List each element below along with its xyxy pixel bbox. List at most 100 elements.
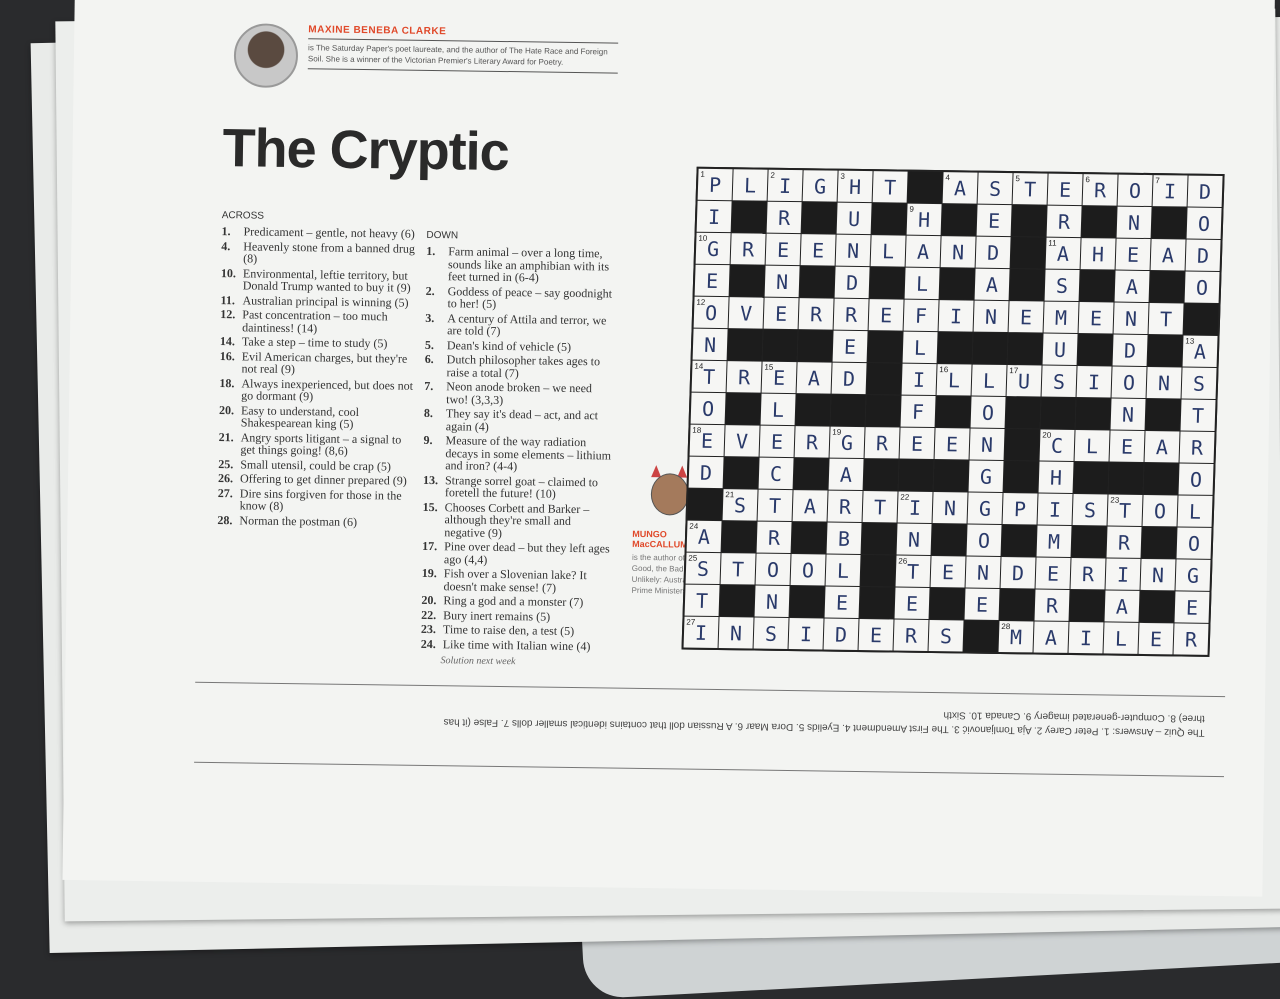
grid-cell[interactable]: V (724, 425, 760, 457)
grid-cell[interactable]: V (728, 297, 764, 329)
grid-cell[interactable]: T (1180, 399, 1216, 431)
grid-cell[interactable]: S (1041, 365, 1077, 398)
grid-cell[interactable]: E (1078, 302, 1114, 334)
grid-cell[interactable]: E (930, 556, 966, 588)
grid-cell[interactable]: N (1116, 206, 1152, 239)
grid-cell[interactable]: N (973, 300, 1009, 333)
grid-cell[interactable]: A (1104, 590, 1140, 622)
grid-cell[interactable]: D (834, 266, 870, 299)
grid-cell[interactable]: F (903, 299, 939, 332)
grid-cell[interactable]: O (1178, 463, 1214, 495)
grid-cell[interactable]: E (894, 587, 930, 619)
grid-cell[interactable]: E (1115, 238, 1151, 271)
grid-cell[interactable]: D (1112, 334, 1148, 366)
grid-cell[interactable]: A (1144, 430, 1180, 463)
grid-cell[interactable]: R (756, 521, 792, 554)
grid-cell[interactable]: 2I (767, 169, 803, 202)
grid-cell[interactable]: N (940, 236, 976, 268)
grid-cell[interactable]: 17 U (1006, 365, 1042, 397)
grid-cell[interactable]: E (765, 233, 801, 266)
grid-cell[interactable]: A (1150, 239, 1186, 271)
grid-cell[interactable]: T (1148, 303, 1184, 335)
grid-cell[interactable]: R (1173, 623, 1209, 655)
grid-cell[interactable]: R (1034, 589, 1070, 621)
grid-cell[interactable]: M (1043, 301, 1079, 334)
grid-cell[interactable]: E (899, 427, 935, 460)
grid-cell[interactable]: A (974, 268, 1010, 301)
grid-cell[interactable]: D (823, 618, 859, 650)
grid-cell[interactable]: 3H (837, 170, 873, 203)
grid-cell[interactable]: L (825, 554, 861, 587)
grid-cell[interactable]: I (696, 200, 732, 233)
grid-cell[interactable]: 23 T (1107, 494, 1143, 526)
grid-cell[interactable]: R (1070, 557, 1106, 590)
grid-cell[interactable]: T (757, 489, 793, 522)
grid-cell[interactable]: R (827, 490, 863, 523)
grid-cell[interactable]: L (760, 393, 796, 426)
grid-cell[interactable]: E (868, 299, 904, 331)
grid-cell[interactable]: U (836, 202, 872, 235)
grid-cell[interactable]: N (1140, 558, 1176, 591)
grid-cell[interactable]: D (1185, 239, 1221, 272)
grid-cell[interactable]: 24 A (686, 520, 722, 553)
grid-cell[interactable]: L (1177, 495, 1213, 527)
grid-cell[interactable]: N (1146, 367, 1182, 399)
grid-cell[interactable]: A (796, 362, 832, 394)
grid-cell[interactable]: P (1002, 493, 1038, 525)
grid-cell[interactable]: L (971, 364, 1007, 397)
grid-cell[interactable]: 4A (942, 172, 978, 204)
grid-cell[interactable]: D (1187, 175, 1223, 208)
grid-cell[interactable]: O (1176, 527, 1212, 559)
grid-cell[interactable]: N (1110, 398, 1146, 430)
grid-cell[interactable]: O (790, 554, 826, 586)
grid-cell[interactable]: R (1106, 526, 1142, 558)
grid-cell[interactable]: E (1138, 622, 1174, 655)
grid-cell[interactable]: L (1074, 430, 1110, 462)
grid-cell[interactable]: T (872, 171, 908, 203)
grid-cell[interactable]: G (1175, 559, 1211, 591)
grid-cell[interactable]: I (1037, 493, 1073, 525)
grid-cell[interactable]: E (964, 588, 1000, 620)
grid-cell[interactable]: O (1186, 207, 1222, 240)
grid-cell[interactable]: L (1103, 622, 1139, 654)
grid-cell[interactable]: R (766, 201, 802, 234)
grid-cell[interactable]: 13 A (1182, 335, 1218, 367)
grid-cell[interactable]: I (1068, 621, 1104, 654)
grid-cell[interactable]: E (824, 586, 860, 619)
grid-cell[interactable]: O (1142, 494, 1178, 527)
grid-cell[interactable]: O (755, 553, 791, 586)
grid-cell[interactable]: D (1000, 556, 1036, 589)
grid-cell[interactable]: 25 S (685, 552, 721, 585)
grid-cell[interactable]: R (833, 298, 869, 331)
grid-cell[interactable]: N (932, 492, 968, 524)
grid-cell[interactable]: I (1105, 558, 1141, 590)
grid-cell[interactable]: D (975, 236, 1011, 269)
grid-cell[interactable]: L (904, 267, 940, 300)
grid-cell[interactable]: T (720, 553, 756, 585)
grid-cell[interactable]: E (694, 264, 730, 297)
grid-cell[interactable]: R (893, 619, 929, 651)
grid-cell[interactable]: 26 T (895, 555, 931, 587)
grid-cell[interactable]: G (967, 492, 1003, 524)
grid-cell[interactable]: D (688, 456, 724, 489)
grid-cell[interactable]: 1P (697, 168, 733, 201)
grid-cell[interactable]: E (763, 297, 799, 330)
grid-cell[interactable]: L (902, 331, 938, 364)
grid-cell[interactable]: E (759, 425, 795, 458)
grid-cell[interactable]: 14 T (691, 360, 727, 393)
grid-cell[interactable]: D (831, 362, 867, 395)
grid-cell[interactable]: F (900, 395, 936, 428)
grid-cell[interactable]: 19 G (829, 426, 865, 459)
grid-cell[interactable]: O (1184, 271, 1220, 303)
grid-cell[interactable]: A (828, 458, 864, 491)
grid-cell[interactable]: 7I (1152, 175, 1188, 207)
grid-cell[interactable]: E (800, 234, 836, 266)
grid-cell[interactable]: 16 L (936, 364, 972, 396)
grid-cell[interactable]: E (1109, 430, 1145, 462)
grid-cell[interactable]: 20 C (1039, 429, 1075, 461)
grid-cell[interactable]: R (864, 427, 900, 459)
grid-cell[interactable]: S (977, 172, 1013, 205)
grid-cell[interactable]: R (730, 233, 766, 265)
grid-cell[interactable]: 11 A (1045, 237, 1081, 270)
grid-cell[interactable]: I (901, 363, 937, 396)
